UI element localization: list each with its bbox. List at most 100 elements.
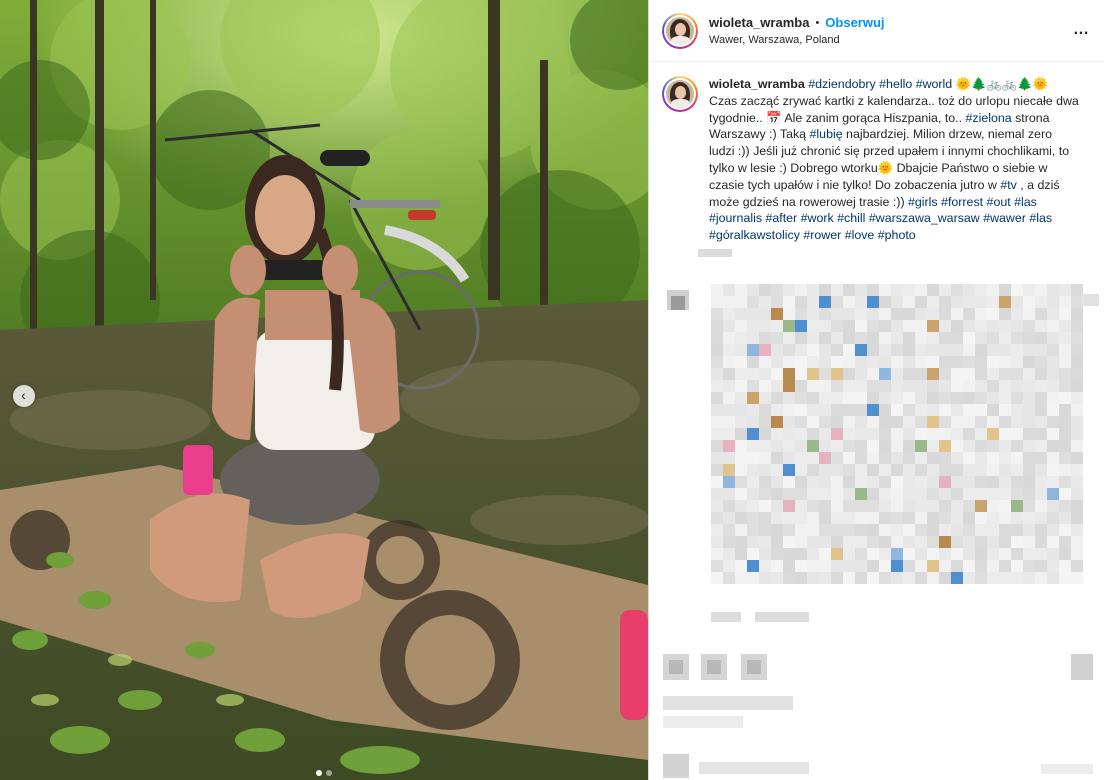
pixel-block: [879, 512, 891, 524]
pixel-block: [795, 500, 807, 512]
pixel-block: [747, 380, 759, 392]
pixel-block: [1059, 368, 1071, 380]
hashtag-link[interactable]: #after: [766, 211, 798, 225]
pixel-block: [795, 572, 807, 584]
avatar[interactable]: [662, 12, 698, 49]
pixel-block: [843, 500, 855, 512]
pixel-block: [711, 512, 723, 524]
caption-username[interactable]: wioleta_wramba: [709, 77, 805, 91]
pixel-block: [1047, 440, 1059, 452]
pixel-block: [975, 536, 987, 548]
post-location[interactable]: Wawer, Warszawa, Poland: [709, 34, 885, 46]
pixel-block: [807, 560, 819, 572]
pixel-block: [1011, 368, 1023, 380]
pixel-block: [831, 488, 843, 500]
pixel-block: [711, 612, 741, 622]
pixel-block: [855, 380, 867, 392]
post-photo[interactable]: ‹: [0, 0, 648, 780]
pixel-block: [771, 560, 783, 572]
hashtag-link[interactable]: #forrest: [941, 195, 983, 209]
pixel-block: [819, 452, 831, 464]
more-options-icon[interactable]: …: [1073, 22, 1090, 38]
hashtag-link[interactable]: #photo: [878, 228, 916, 242]
pixel-block: [951, 452, 963, 464]
hashtag-link[interactable]: #journalis: [709, 211, 762, 225]
hashtag-link[interactable]: #warszawa_warsaw: [869, 211, 980, 225]
hashtag-link[interactable]: #dziendobry: [808, 77, 876, 91]
pixel-block: [975, 308, 987, 320]
pixel-block: [963, 356, 975, 368]
pixel-block: [783, 524, 795, 536]
pixel-block: [795, 308, 807, 320]
pixel-block: [795, 548, 807, 560]
pixel-block: [927, 296, 939, 308]
pixel-block: [963, 452, 975, 464]
chevron-left-icon: ‹: [21, 387, 26, 403]
pixel-block: [867, 524, 879, 536]
pixel-block: [711, 416, 723, 428]
caption-segment: 🌞🌲🚲🚲🌲🌞: [952, 77, 1049, 91]
pixel-block: [1059, 308, 1071, 320]
pixel-block: [735, 356, 747, 368]
pixel-block: [867, 332, 879, 344]
hashtag-link[interactable]: #zielona: [966, 111, 1012, 125]
pixel-block: [843, 296, 855, 308]
pixel-block: [747, 524, 759, 536]
pixel-block: [951, 416, 963, 428]
pixel-block: [963, 320, 975, 332]
pixel-block: [975, 344, 987, 356]
pixel-block: [939, 488, 951, 500]
pixel-block: [1035, 320, 1047, 332]
carousel-prev-button[interactable]: ‹: [13, 385, 35, 407]
pixel-block: [987, 488, 999, 500]
pixel-block: [975, 320, 987, 332]
hashtag-link[interactable]: #lubię: [810, 127, 843, 141]
hashtag-link[interactable]: #rower: [803, 228, 841, 242]
pixel-block: [747, 344, 759, 356]
pixel-block: [999, 284, 1011, 296]
pixel-block: [795, 452, 807, 464]
pixel-block: [819, 428, 831, 440]
pixel-block: [963, 416, 975, 428]
pixel-block: [855, 296, 867, 308]
pixel-block: [735, 560, 747, 572]
pixel-block: [951, 500, 963, 512]
hashtag-link[interactable]: #out: [987, 195, 1011, 209]
pixel-block: [795, 296, 807, 308]
pixel-block: [867, 344, 879, 356]
pixel-block: [1047, 476, 1059, 488]
pixel-block: [783, 488, 795, 500]
hashtag-link[interactable]: #las: [1014, 195, 1037, 209]
pixel-block: [831, 476, 843, 488]
hashtag-link[interactable]: #hello: [879, 77, 912, 91]
caption-avatar[interactable]: [662, 76, 698, 112]
pixel-block: [771, 476, 783, 488]
pixel-block: [1023, 332, 1035, 344]
author-username[interactable]: wioleta_wramba: [709, 15, 809, 30]
pixel-block: [807, 356, 819, 368]
pixel-block: [1059, 560, 1071, 572]
pixel-block: [747, 296, 759, 308]
pixel-block: [915, 440, 927, 452]
pixel-block: [855, 332, 867, 344]
pixel-block: [1023, 548, 1035, 560]
hashtag-link[interactable]: #chill: [837, 211, 865, 225]
hashtag-link[interactable]: #las: [1029, 211, 1052, 225]
pixel-block: [855, 560, 867, 572]
hashtag-link[interactable]: #tv: [1000, 178, 1017, 192]
pixel-block: [747, 660, 761, 674]
hashtag-link[interactable]: #love: [845, 228, 875, 242]
hashtag-link[interactable]: #girls: [908, 195, 938, 209]
follow-button[interactable]: Obserwuj: [825, 15, 884, 30]
pixel-block: [819, 344, 831, 356]
pixel-block: [1071, 308, 1083, 320]
hashtag-link[interactable]: #góralkawstolicy: [709, 228, 800, 242]
pixel-block: [771, 464, 783, 476]
pixel-block: [987, 416, 999, 428]
pixel-block: [711, 344, 723, 356]
pixel-block: [987, 572, 999, 584]
pixel-block: [915, 464, 927, 476]
hashtag-link[interactable]: #wawer: [983, 211, 1026, 225]
hashtag-link[interactable]: #work: [801, 211, 834, 225]
hashtag-link[interactable]: #world: [916, 77, 953, 91]
